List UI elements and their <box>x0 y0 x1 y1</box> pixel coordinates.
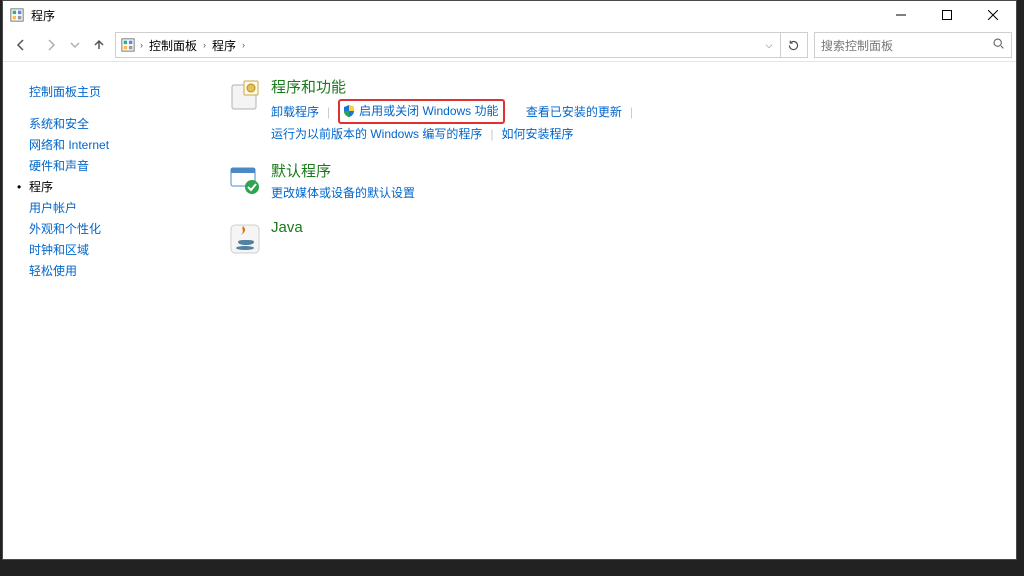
titlebar: 程序 <box>3 1 1016 29</box>
sidebar-item-hardware-sound[interactable]: 硬件和声音 <box>29 157 209 175</box>
link-uninstall-program[interactable]: 卸载程序 <box>271 102 319 122</box>
link-view-updates[interactable]: 查看已安装的更新 <box>526 102 622 122</box>
link-change-media-defaults[interactable]: 更改媒体或设备的默认设置 <box>271 183 415 203</box>
search-placeholder: 搜索控制面板 <box>821 37 893 54</box>
address-icon <box>120 37 136 53</box>
sidebar-item-system-security[interactable]: 系统和安全 <box>29 115 209 133</box>
category-default-programs: 默认程序 更改媒体或设备的默认设置 <box>227 160 1008 203</box>
refresh-button[interactable] <box>780 33 805 57</box>
category-links: 卸载程序 | 启用或关闭 Windows 功能 查看已安装的更新 | <box>271 99 641 124</box>
category-java: Java <box>227 219 1008 257</box>
search-input[interactable]: 搜索控制面板 <box>814 32 1012 58</box>
breadcrumb-sep[interactable]: › <box>240 40 247 50</box>
sidebar: 控制面板主页 系统和安全 网络和 Internet 硬件和声音 程序 用户帐户 … <box>3 62 219 559</box>
minimize-button[interactable] <box>878 1 924 29</box>
window-title: 程序 <box>31 7 55 24</box>
sidebar-item-network[interactable]: 网络和 Internet <box>29 136 209 154</box>
breadcrumb-sep[interactable]: › <box>201 40 208 50</box>
category-title[interactable]: 默认程序 <box>271 160 415 181</box>
category-links: 运行为以前版本的 Windows 编写的程序 | 如何安装程序 <box>271 124 641 144</box>
highlight-windows-features: 启用或关闭 Windows 功能 <box>338 99 504 124</box>
sidebar-item-appearance[interactable]: 外观和个性化 <box>29 220 209 238</box>
sidebar-home[interactable]: 控制面板主页 <box>29 83 209 101</box>
search-icon <box>992 37 1005 53</box>
back-button[interactable] <box>7 31 35 59</box>
body: 控制面板主页 系统和安全 网络和 Internet 硬件和声音 程序 用户帐户 … <box>3 61 1016 559</box>
category-title[interactable]: Java <box>271 219 303 236</box>
address-dropdown[interactable]: ⌵ <box>760 33 778 57</box>
breadcrumb-sep[interactable]: › <box>138 40 145 50</box>
sidebar-item-clock-region[interactable]: 时钟和区域 <box>29 241 209 259</box>
shield-icon <box>342 104 356 118</box>
breadcrumb-item[interactable]: 控制面板 <box>145 34 201 56</box>
recent-dropdown[interactable] <box>67 31 83 59</box>
link-run-compat[interactable]: 运行为以前版本的 Windows 编写的程序 <box>271 124 482 144</box>
address-bar[interactable]: › 控制面板 › 程序 › ⌵ <box>115 32 808 58</box>
link-how-to-install[interactable]: 如何安装程序 <box>501 124 573 144</box>
programs-features-icon <box>227 78 263 114</box>
forward-button[interactable] <box>37 31 65 59</box>
link-windows-features[interactable]: 启用或关闭 Windows 功能 <box>359 101 498 121</box>
java-icon <box>227 221 263 257</box>
close-button[interactable] <box>970 1 1016 29</box>
category-programs-features: 程序和功能 卸载程序 | 启用或关闭 Windows 功能 查看已安装的更新 | <box>227 76 1008 144</box>
sidebar-item-programs[interactable]: 程序 <box>29 178 209 196</box>
sidebar-item-ease-of-access[interactable]: 轻松使用 <box>29 262 209 280</box>
up-button[interactable] <box>85 31 113 59</box>
maximize-button[interactable] <box>924 1 970 29</box>
category-title[interactable]: 程序和功能 <box>271 76 641 97</box>
category-links: 更改媒体或设备的默认设置 <box>271 183 415 203</box>
content: 程序和功能 卸载程序 | 启用或关闭 Windows 功能 查看已安装的更新 | <box>219 62 1016 559</box>
window: 程序 › 控制面板 › 程序 › ⌵ <box>2 0 1017 560</box>
navbar: › 控制面板 › 程序 › ⌵ 搜索控制面板 <box>3 29 1016 61</box>
breadcrumb-item[interactable]: 程序 <box>208 34 240 56</box>
sidebar-item-user-accounts[interactable]: 用户帐户 <box>29 199 209 217</box>
control-panel-icon <box>9 7 25 23</box>
default-programs-icon <box>227 162 263 198</box>
